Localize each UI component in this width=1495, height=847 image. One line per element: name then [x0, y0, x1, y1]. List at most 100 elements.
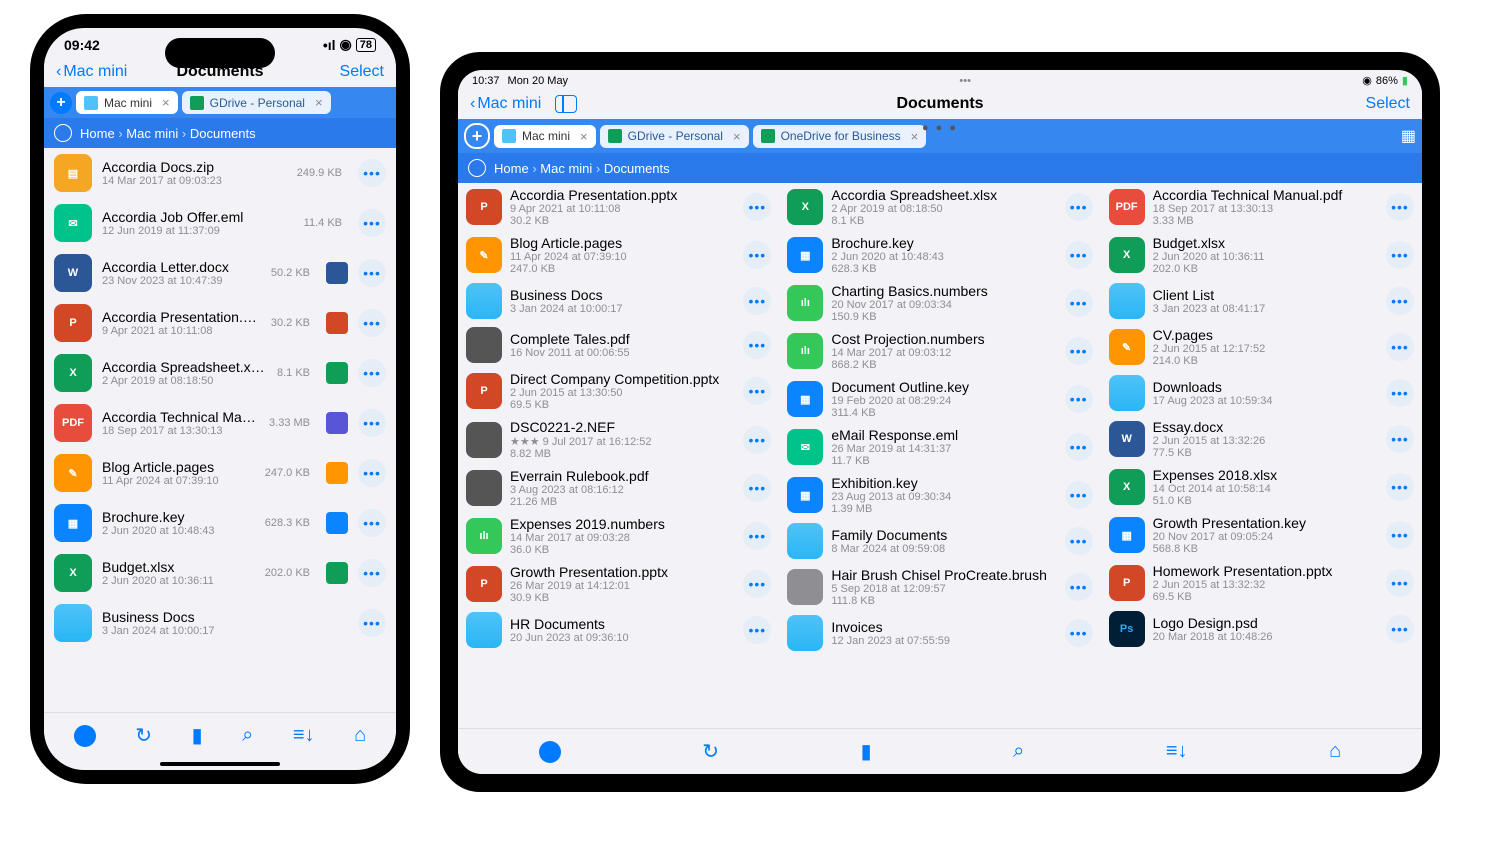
- file-row[interactable]: ▦Document Outline.key19 Feb 2020 at 08:2…: [779, 375, 1100, 423]
- more-button[interactable]: •••: [358, 459, 386, 487]
- more-button[interactable]: •••: [743, 241, 771, 269]
- more-button[interactable]: •••: [743, 377, 771, 405]
- breadcrumb-item[interactable]: Home: [80, 126, 115, 141]
- file-row[interactable]: Invoices12 Jan 2023 at 07:55:59•••: [779, 611, 1100, 655]
- more-button[interactable]: •••: [358, 359, 386, 387]
- file-row[interactable]: Client List3 Jan 2023 at 08:41:17•••: [1101, 279, 1422, 323]
- more-button[interactable]: •••: [358, 309, 386, 337]
- home-indicator[interactable]: [160, 762, 280, 766]
- file-row[interactable]: PDFAccordia Technical Manual.pdf18 Sep 2…: [44, 398, 396, 448]
- breadcrumb-item[interactable]: Documents: [604, 161, 670, 176]
- more-button[interactable]: •••: [1386, 193, 1414, 221]
- search-icon[interactable]: ⌕: [242, 724, 253, 747]
- file-row[interactable]: PHomework Presentation.pptx2 Jun 2015 at…: [1101, 559, 1422, 607]
- more-button[interactable]: •••: [358, 209, 386, 237]
- file-row[interactable]: ılıCost Projection.numbers14 Mar 2017 at…: [779, 327, 1100, 375]
- file-row[interactable]: XAccordia Spreadsheet.xlsx2 Apr 2019 at …: [44, 348, 396, 398]
- file-row[interactable]: ✎CV.pages2 Jun 2015 at 12:17:52214.0 KB•…: [1101, 323, 1422, 371]
- back-button[interactable]: ‹ Mac mini: [470, 95, 541, 113]
- file-row[interactable]: XBudget.xlsx2 Jun 2020 at 10:36:11202.0 …: [44, 548, 396, 598]
- more-button[interactable]: •••: [1065, 241, 1093, 269]
- tab-onedrive-for-business[interactable]: OneDrive for Business×: [753, 125, 927, 148]
- more-button[interactable]: •••: [1386, 333, 1414, 361]
- file-row[interactable]: HR Documents20 Jun 2023 at 09:36:10•••: [458, 608, 779, 652]
- file-row[interactable]: ▦Brochure.key2 Jun 2020 at 10:48:43628.3…: [779, 231, 1100, 279]
- breadcrumb-item[interactable]: Documents: [190, 126, 256, 141]
- grid-view-icon[interactable]: ▦: [1401, 126, 1416, 146]
- search-icon[interactable]: ⌕: [1013, 740, 1024, 763]
- close-icon[interactable]: ×: [315, 95, 323, 110]
- tab-mac-mini[interactable]: Mac mini×: [494, 125, 596, 148]
- more-button[interactable]: •••: [1065, 481, 1093, 509]
- more-button[interactable]: •••: [743, 426, 771, 454]
- file-row[interactable]: ✉Accordia Job Offer.eml12 Jun 2019 at 11…: [44, 198, 396, 248]
- multitask-dots[interactable]: •••: [959, 75, 971, 87]
- file-row[interactable]: PAccordia Presentation.pptx9 Apr 2021 at…: [44, 298, 396, 348]
- close-icon[interactable]: ×: [162, 95, 170, 110]
- file-row[interactable]: Family Documents8 Mar 2024 at 09:59:08••…: [779, 519, 1100, 563]
- more-button[interactable]: •••: [358, 409, 386, 437]
- close-icon[interactable]: ×: [733, 129, 741, 144]
- more-button[interactable]: •••: [1065, 337, 1093, 365]
- more-button[interactable]: •••: [358, 509, 386, 537]
- home-icon[interactable]: ⌂: [354, 724, 366, 747]
- more-button[interactable]: •••: [1065, 573, 1093, 601]
- more-button[interactable]: •••: [1386, 241, 1414, 269]
- file-row[interactable]: ✉eMail Response.eml26 Mar 2019 at 14:31:…: [779, 423, 1100, 471]
- tab-gdrive---personal[interactable]: GDrive - Personal×: [182, 91, 331, 114]
- more-button[interactable]: •••: [1386, 473, 1414, 501]
- file-row[interactable]: ▦Growth Presentation.key20 Nov 2017 at 0…: [1101, 511, 1422, 559]
- back-button[interactable]: ‹ Mac mini: [56, 63, 127, 81]
- file-row[interactable]: ✎Blog Article.pages11 Apr 2024 at 07:39:…: [458, 231, 779, 279]
- more-button[interactable]: •••: [1065, 385, 1093, 413]
- breadcrumb-item[interactable]: Mac mini: [540, 161, 592, 176]
- more-button[interactable]: •••: [358, 609, 386, 637]
- file-row[interactable]: Hair Brush Chisel ProCreate.brush5 Sep 2…: [779, 563, 1100, 611]
- breadcrumb-item[interactable]: Home: [494, 161, 529, 176]
- more-button[interactable]: •••: [1386, 425, 1414, 453]
- more-button[interactable]: •••: [743, 287, 771, 315]
- file-row[interactable]: PGrowth Presentation.pptx26 Mar 2019 at …: [458, 560, 779, 608]
- file-row[interactable]: ▦Brochure.key2 Jun 2020 at 10:48:43628.3…: [44, 498, 396, 548]
- history-icon[interactable]: [54, 124, 72, 142]
- file-row[interactable]: Everrain Rulebook.pdf3 Aug 2023 at 08:16…: [458, 464, 779, 512]
- bookmark-icon[interactable]: ▮: [192, 723, 203, 748]
- more-button[interactable]: •••: [1065, 619, 1093, 647]
- select-button[interactable]: Select: [340, 63, 384, 81]
- file-row[interactable]: XAccordia Spreadsheet.xlsx2 Apr 2019 at …: [779, 183, 1100, 231]
- file-row[interactable]: DSC0221-2.NEF★★★ 9 Jul 2017 at 16:12:528…: [458, 415, 779, 464]
- more-button[interactable]: •••: [1065, 433, 1093, 461]
- more-button[interactable]: •••: [358, 259, 386, 287]
- add-tab-button[interactable]: +: [50, 92, 72, 114]
- sort-icon[interactable]: ≡↓: [1166, 740, 1188, 763]
- file-row[interactable]: ▤Accordia Docs.zip14 Mar 2017 at 09:03:2…: [44, 148, 396, 198]
- more-button[interactable]: •••: [1386, 569, 1414, 597]
- file-row[interactable]: PDirect Company Competition.pptx2 Jun 20…: [458, 367, 779, 415]
- more-button[interactable]: •••: [1386, 287, 1414, 315]
- more-button[interactable]: •••: [1386, 379, 1414, 407]
- file-row[interactable]: Business Docs3 Jan 2024 at 10:00:17•••: [458, 279, 779, 323]
- more-button[interactable]: •••: [1065, 289, 1093, 317]
- add-icon[interactable]: +: [539, 741, 561, 763]
- sidebar-toggle-icon[interactable]: [555, 95, 577, 113]
- sort-icon[interactable]: ≡↓: [293, 724, 315, 747]
- bookmark-icon[interactable]: ▮: [861, 739, 872, 764]
- more-button[interactable]: •••: [743, 193, 771, 221]
- more-button[interactable]: •••: [743, 331, 771, 359]
- file-row[interactable]: XBudget.xlsx2 Jun 2020 at 10:36:11202.0 …: [1101, 231, 1422, 279]
- history-icon[interactable]: [468, 159, 486, 177]
- close-icon[interactable]: ×: [911, 129, 919, 144]
- more-button[interactable]: •••: [1386, 521, 1414, 549]
- select-button[interactable]: Select: [1366, 95, 1410, 113]
- file-row[interactable]: WAccordia Letter.docx23 Nov 2023 at 10:4…: [44, 248, 396, 298]
- refresh-icon[interactable]: ↻: [702, 739, 719, 764]
- tab-gdrive---personal[interactable]: GDrive - Personal×: [600, 125, 749, 148]
- file-row[interactable]: ✎Blog Article.pages11 Apr 2024 at 07:39:…: [44, 448, 396, 498]
- file-row[interactable]: XExpenses 2018.xlsx14 Oct 2014 at 10:58:…: [1101, 463, 1422, 511]
- file-row[interactable]: WEssay.docx2 Jun 2015 at 13:32:2677.5 KB…: [1101, 415, 1422, 463]
- home-icon[interactable]: ⌂: [1329, 740, 1341, 763]
- file-row[interactable]: ılıExpenses 2019.numbers14 Mar 2017 at 0…: [458, 512, 779, 560]
- more-button[interactable]: •••: [743, 570, 771, 598]
- file-row[interactable]: PDFAccordia Technical Manual.pdf18 Sep 2…: [1101, 183, 1422, 231]
- add-tab-button[interactable]: +: [464, 123, 490, 149]
